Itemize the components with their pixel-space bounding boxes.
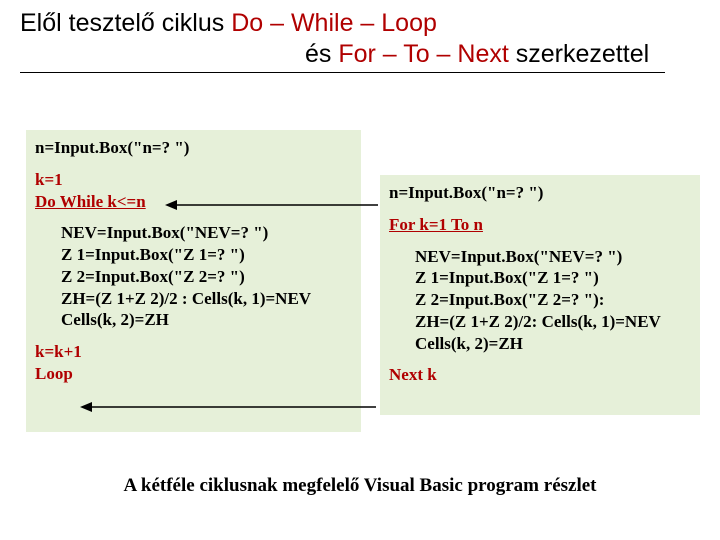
code-line: NEV=Input.Box("NEV=? "): [61, 222, 352, 244]
code-line: Cells(k, 2)=ZH: [415, 333, 691, 355]
title-text-2: és: [305, 40, 338, 68]
code-line: Z 1=Input.Box("Z 1=? "): [415, 267, 691, 289]
for-next-code-box: n=Input.Box("n=? ") For k=1 To n NEV=Inp…: [380, 175, 700, 415]
code-line: n=Input.Box("n=? "): [35, 137, 352, 159]
code-line: For k=1 To n: [389, 214, 691, 236]
arrow-icon: [80, 400, 378, 414]
title-text-3: szerkezettel: [516, 40, 649, 68]
code-line: Z 1=Input.Box("Z 1=? "): [61, 244, 352, 266]
code-line: ZH=(Z 1+Z 2)/2: Cells(k, 1)=NEV: [415, 311, 691, 333]
code-line: NEV=Input.Box("NEV=? "): [415, 246, 691, 268]
slide-title: Elől tesztelő ciklus Do – While – Loop é…: [20, 8, 649, 71]
title-underline: [20, 72, 665, 73]
title-red-1: Do – While – Loop: [231, 9, 437, 37]
code-line: Z 2=Input.Box("Z 2=? "):: [415, 289, 691, 311]
code-line: k=1: [35, 169, 352, 191]
title-red-2: For – To – Next: [338, 40, 515, 68]
do-while-code-box: n=Input.Box("n=? ") k=1 Do While k<=n NE…: [26, 130, 361, 432]
code-line: Cells(k, 2)=ZH: [61, 309, 352, 331]
slide-caption: A kétféle ciklusnak megfelelő Visual Bas…: [0, 475, 720, 497]
code-line: n=Input.Box("n=? "): [389, 182, 691, 204]
code-line: k=k+1: [35, 341, 352, 363]
arrow-icon: [165, 198, 380, 212]
code-line: Next k: [389, 364, 691, 386]
code-line: Z 2=Input.Box("Z 2=? "): [61, 266, 352, 288]
code-line: ZH=(Z 1+Z 2)/2 : Cells(k, 1)=NEV: [61, 288, 352, 310]
title-text-1: Elől tesztelő ciklus: [20, 9, 231, 37]
code-line: Loop: [35, 363, 352, 385]
